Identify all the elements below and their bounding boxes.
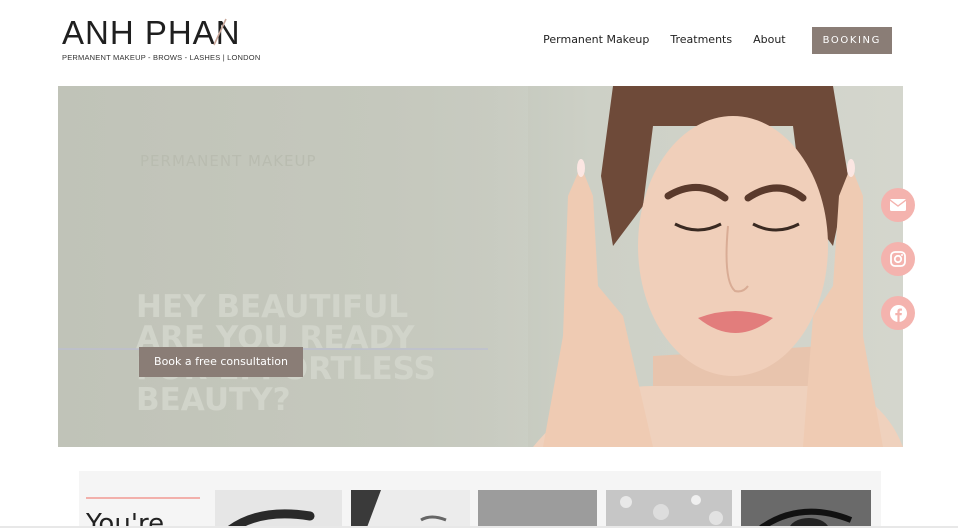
- facebook-button[interactable]: [881, 296, 915, 330]
- hero-overline: PERMANENT MAKEUP: [140, 152, 317, 170]
- nav-link-about[interactable]: About: [753, 27, 786, 53]
- email-button[interactable]: [881, 188, 915, 222]
- site-header: ANH PHAN PERMANENT MAKEUP - BROWS - LASH…: [0, 0, 958, 86]
- facebook-icon: [889, 304, 907, 322]
- main-nav: Permanent Makeup Treatments About BOOKIN…: [522, 26, 892, 54]
- section-divider: [86, 497, 200, 499]
- gallery-thumb-skin[interactable]: [478, 490, 597, 528]
- brow-image: [225, 509, 315, 528]
- intro-section: You're: [79, 471, 881, 528]
- gallery-thumb-brows[interactable]: [215, 490, 342, 528]
- nav-link-permanent-makeup[interactable]: Permanent Makeup: [543, 27, 649, 53]
- lashes-image: [759, 508, 853, 528]
- hero-headline-line: HEY BEAUTIFUL: [136, 289, 409, 325]
- instagram-icon: [890, 251, 906, 267]
- nav-link-treatments[interactable]: Treatments: [670, 27, 732, 53]
- gallery-thumb-texture[interactable]: [606, 490, 732, 528]
- hero-banner: PERMANENT MAKEUP HEY BEAUTIFUL ARE YOU R…: [58, 86, 903, 447]
- lips-image: [351, 490, 447, 528]
- gallery-thumb-lips[interactable]: [351, 490, 470, 528]
- booking-button[interactable]: BOOKING: [811, 26, 892, 54]
- envelope-icon: [890, 199, 906, 211]
- instagram-button[interactable]: [881, 242, 915, 276]
- hero-model-image: [533, 86, 903, 447]
- logo[interactable]: ANH PHAN PERMANENT MAKEUP - BROWS - LASH…: [62, 16, 262, 66]
- hero-headline-line: BEAUTY?: [136, 382, 291, 418]
- gallery-thumb-lashes[interactable]: [741, 490, 871, 528]
- logo-accent-mark: [213, 18, 227, 46]
- texture-image: [620, 495, 723, 525]
- logo-tagline: PERMANENT MAKEUP - BROWS - LASHES | LOND…: [62, 53, 261, 62]
- free-consultation-button[interactable]: Book a free consultation: [139, 347, 303, 377]
